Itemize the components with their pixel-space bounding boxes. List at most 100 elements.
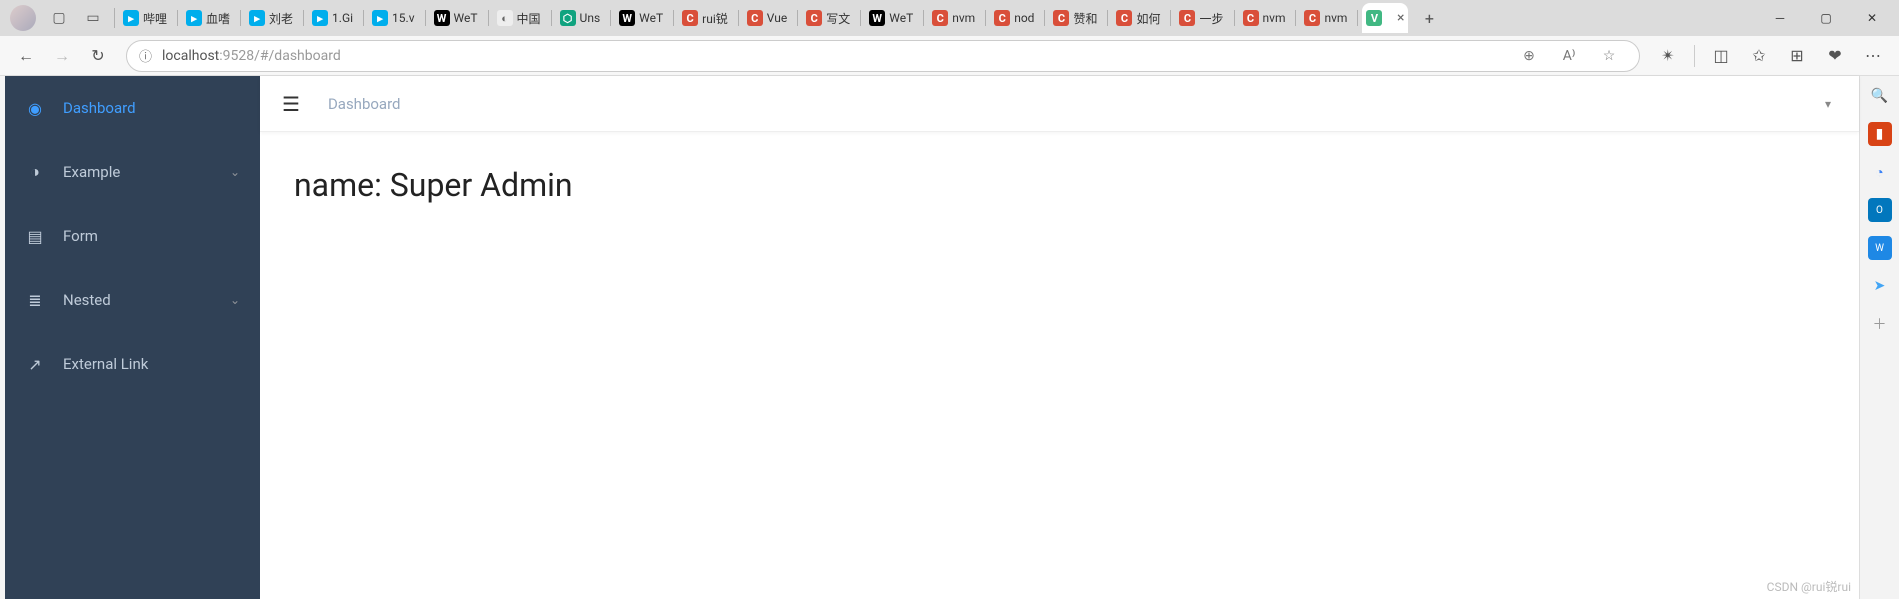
- close-window-button[interactable]: ✕: [1849, 0, 1895, 36]
- browser-toolbar: ← → ↻ ⓘ localhost:9528/#/dashboard ⊕ A⁾ …: [0, 36, 1899, 76]
- search-icon[interactable]: 🔍: [1868, 84, 1892, 108]
- browser-tab[interactable]: ▸15.v: [368, 3, 420, 33]
- outlook-icon[interactable]: O: [1868, 198, 1892, 222]
- url-path: :9528/#/dashboard: [219, 48, 340, 64]
- workspaces-icon[interactable]: ▢: [46, 5, 72, 31]
- bili-icon: ▸: [123, 10, 139, 26]
- favorite-icon[interactable]: ☆: [1591, 40, 1627, 72]
- browser-tab[interactable]: ▸刘老: [245, 3, 299, 33]
- sidebar-item-example[interactable]: ◑ Example ⌄: [5, 140, 260, 204]
- user-dropdown-icon[interactable]: ▾: [1819, 91, 1837, 117]
- browser-tab[interactable]: WWeT: [615, 3, 669, 33]
- tab-label: 1.Gi: [332, 11, 353, 25]
- hamburger-icon[interactable]: ☰: [282, 92, 300, 116]
- browser-tab[interactable]: Cnod: [990, 3, 1040, 33]
- sidebar-item-label: Nested: [63, 291, 111, 309]
- minimize-button[interactable]: ─: [1757, 0, 1803, 36]
- watermark: CSDN @rui锐rui: [1767, 578, 1851, 595]
- sidebar-item-label: Dashboard: [63, 99, 136, 117]
- address-bar[interactable]: ⓘ localhost:9528/#/dashboard ⊕ A⁾ ☆: [126, 40, 1640, 72]
- link-icon: ↗: [25, 355, 45, 374]
- sidebar-item-nested[interactable]: ≣ Nested ⌄: [5, 268, 260, 332]
- tab-label: 哔哩: [143, 10, 167, 27]
- tab-label: 写文: [826, 10, 850, 27]
- browser-tab[interactable]: Crui锐: [678, 3, 734, 33]
- w-icon: W: [619, 10, 635, 26]
- sidebar-item-dashboard[interactable]: ◉ Dashboard: [5, 76, 260, 140]
- w-icon: W: [434, 10, 450, 26]
- browser-tab[interactable]: CVue: [743, 3, 793, 33]
- sidebar-item-external-link[interactable]: ↗ External Link: [5, 332, 260, 396]
- browser-tab[interactable]: C赞和: [1049, 3, 1103, 33]
- copilot-icon[interactable]: ◔: [1868, 160, 1892, 184]
- c-icon: C: [1053, 10, 1069, 26]
- extensions-icon[interactable]: ✴: [1650, 40, 1686, 72]
- browser-tab-active[interactable]: V ×: [1362, 3, 1408, 33]
- tab-label: WeT: [889, 11, 913, 25]
- back-button[interactable]: ←: [8, 40, 44, 72]
- browser-tab[interactable]: ▸血嗜: [182, 3, 236, 33]
- nested-icon: ≣: [25, 291, 45, 310]
- divider: [114, 8, 115, 28]
- sidebar-item-form[interactable]: ▤ Form: [5, 204, 260, 268]
- browser-tab[interactable]: C写文: [802, 3, 856, 33]
- maximize-button[interactable]: ▢: [1803, 0, 1849, 36]
- vue-icon: V: [1366, 10, 1382, 26]
- divider: [488, 10, 489, 26]
- tab-actions-icon[interactable]: ▭: [80, 5, 106, 31]
- divider: [797, 10, 798, 26]
- divider: [1694, 45, 1695, 67]
- breadcrumb: Dashboard: [328, 95, 401, 113]
- app-viewport: ◉ Dashboard ◑ Example ⌄ ▤ Form ≣ Nested …: [5, 76, 1859, 599]
- divider: [303, 10, 304, 26]
- browser-tab[interactable]: Cnvm: [928, 3, 981, 33]
- c-icon: C: [1116, 10, 1132, 26]
- favorites-icon[interactable]: ✩: [1741, 40, 1777, 72]
- collections-icon[interactable]: ⊞: [1779, 40, 1815, 72]
- browser-tab[interactable]: ▸1.Gi: [308, 3, 359, 33]
- browser-tab[interactable]: ▸哔哩: [119, 3, 173, 33]
- browser-tab[interactable]: ◐中国: [493, 3, 547, 33]
- browser-tab[interactable]: WWeT: [865, 3, 919, 33]
- browser-tab[interactable]: Cnvm: [1300, 3, 1353, 33]
- app-content: name: Super Admin: [260, 132, 1859, 238]
- briefcase-icon[interactable]: ▮: [1868, 122, 1892, 146]
- plus-icon[interactable]: ＋: [1868, 312, 1892, 336]
- browser-tab[interactable]: WWeT: [430, 3, 484, 33]
- o-icon: ⬡: [560, 10, 576, 26]
- browser-tab[interactable]: C如何: [1112, 3, 1166, 33]
- example-icon: ◑: [25, 162, 45, 182]
- browser-tab[interactable]: Cnvm: [1239, 3, 1292, 33]
- tab-label: 中国: [517, 10, 541, 27]
- tab-label: 赞和: [1073, 10, 1097, 27]
- new-tab-button[interactable]: +: [1414, 3, 1444, 33]
- performance-icon[interactable]: ❤: [1817, 40, 1853, 72]
- divider: [738, 10, 739, 26]
- tab-label: nvm: [1263, 11, 1286, 25]
- c-icon: C: [1304, 10, 1320, 26]
- app-sidebar: ◉ Dashboard ◑ Example ⌄ ▤ Form ≣ Nested …: [5, 76, 260, 599]
- form-icon: ▤: [25, 227, 45, 246]
- tab-label: Uns: [580, 11, 601, 25]
- browser-tab[interactable]: C一步: [1175, 3, 1229, 33]
- more-icon[interactable]: ⋯: [1855, 40, 1891, 72]
- split-screen-icon[interactable]: ◫: [1703, 40, 1739, 72]
- tab-label: rui锐: [702, 10, 728, 27]
- app-navbar: ☰ Dashboard ▾: [260, 76, 1859, 132]
- divider: [240, 10, 241, 26]
- zoom-icon[interactable]: ⊕: [1511, 40, 1547, 72]
- read-aloud-icon[interactable]: A⁾: [1551, 40, 1587, 72]
- divider: [1295, 10, 1296, 26]
- c-icon: C: [1179, 10, 1195, 26]
- browser-tab[interactable]: ⬡ Uns: [556, 3, 607, 33]
- c-icon: C: [1243, 10, 1259, 26]
- sidebar-item-label: Form: [63, 227, 98, 245]
- word-icon[interactable]: W: [1868, 236, 1892, 260]
- divider: [923, 10, 924, 26]
- send-icon[interactable]: ➤: [1868, 274, 1892, 298]
- site-info-icon[interactable]: ⓘ: [139, 46, 152, 65]
- refresh-button[interactable]: ↻: [80, 40, 116, 72]
- close-icon[interactable]: ×: [1397, 10, 1404, 26]
- divider: [610, 10, 611, 26]
- profile-avatar[interactable]: [10, 5, 36, 31]
